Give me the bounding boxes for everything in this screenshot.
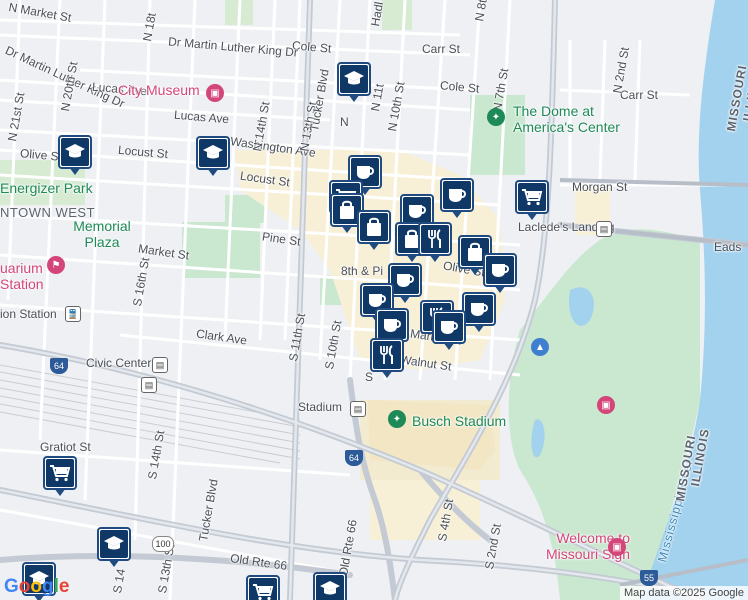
school-icon bbox=[199, 139, 227, 167]
school-icon bbox=[61, 138, 89, 166]
map-canvas[interactable]: N Market St Cole St Cole St Dr Martin Lu… bbox=[0, 0, 748, 600]
landmark-icon[interactable]: ▣ bbox=[597, 396, 615, 414]
place-label-dome[interactable]: The Dome at America's Center bbox=[513, 103, 628, 135]
place-label-civic-center[interactable]: Civic Center bbox=[86, 356, 151, 370]
place-label-stadium[interactable]: Stadium bbox=[298, 400, 342, 414]
poi-pin[interactable] bbox=[43, 456, 77, 496]
street-label: Carr St bbox=[620, 88, 659, 102]
poi-pin[interactable] bbox=[58, 135, 92, 175]
landmark-icon[interactable]: ▣ bbox=[608, 538, 626, 556]
interstate-shield: 64 bbox=[345, 450, 363, 466]
google-logo: Google bbox=[4, 576, 70, 597]
school-icon bbox=[316, 575, 344, 600]
cart-icon bbox=[46, 459, 74, 487]
coffee-icon bbox=[486, 256, 514, 284]
district-label: NTOWN WEST bbox=[0, 205, 96, 220]
cart-icon bbox=[518, 183, 546, 211]
bag-icon bbox=[360, 213, 388, 241]
place-label-energizer-park[interactable]: Energizer Park bbox=[0, 180, 93, 196]
train-icon[interactable]: ▤ bbox=[350, 401, 366, 417]
school-icon bbox=[100, 530, 128, 558]
cart-icon bbox=[249, 578, 277, 600]
stadium-icon[interactable]: ✦ bbox=[487, 108, 505, 126]
train-icon[interactable]: ▤ bbox=[152, 357, 168, 373]
coffee-icon bbox=[443, 181, 471, 209]
school-icon bbox=[340, 65, 368, 93]
interstate-shield: 64 bbox=[50, 358, 68, 374]
train-icon[interactable]: ▤ bbox=[596, 221, 612, 237]
monument-icon[interactable]: ▲ bbox=[531, 338, 549, 356]
poi-pin[interactable] bbox=[357, 210, 391, 250]
poi-pin[interactable] bbox=[462, 292, 496, 332]
street-label: N bbox=[340, 115, 349, 129]
poi-pin[interactable] bbox=[196, 136, 230, 176]
poi-pin[interactable] bbox=[246, 575, 280, 600]
train-icon[interactable]: ▤ bbox=[141, 377, 157, 393]
stadium-icon[interactable]: ✦ bbox=[388, 410, 406, 428]
poi-pin[interactable] bbox=[370, 338, 404, 378]
train-icon[interactable]: 🚆 bbox=[65, 306, 81, 322]
street-label: S bbox=[365, 370, 374, 384]
poi-pin[interactable] bbox=[97, 527, 131, 567]
place-label-city-museum[interactable]: City Museum bbox=[118, 82, 200, 98]
fork-knife-icon bbox=[421, 225, 449, 253]
museum-icon[interactable]: ▣ bbox=[206, 84, 224, 102]
interstate-shield: 55 bbox=[640, 570, 658, 586]
poi-pin[interactable] bbox=[515, 180, 549, 220]
place-label-busch-stadium[interactable]: Busch Stadium bbox=[412, 413, 506, 429]
poi-pin[interactable] bbox=[440, 178, 474, 218]
street-label: Gratiot St bbox=[40, 440, 91, 454]
place-label-memorial-plaza[interactable]: Memorial Plaza bbox=[72, 218, 132, 250]
poi-pin[interactable] bbox=[418, 222, 452, 262]
coffee-icon bbox=[465, 295, 493, 323]
poi-pin[interactable] bbox=[337, 62, 371, 102]
place-label-union-station[interactable]: ion Station bbox=[0, 307, 57, 321]
poi-pin[interactable] bbox=[483, 253, 517, 293]
poi-pin[interactable] bbox=[375, 308, 409, 348]
coffee-icon bbox=[391, 266, 419, 294]
map-attribution[interactable]: Map data ©2025 Google bbox=[619, 586, 748, 600]
coffee-icon bbox=[435, 313, 463, 341]
coffee-icon bbox=[403, 197, 431, 225]
poi-pin[interactable] bbox=[432, 310, 466, 350]
street-label: Eads bbox=[714, 240, 742, 254]
attraction-icon[interactable]: ⚑ bbox=[47, 256, 65, 274]
poi-pin[interactable] bbox=[313, 572, 347, 600]
coffee-icon bbox=[378, 311, 406, 339]
street-label: Morgan St bbox=[572, 180, 628, 194]
fork-knife-icon bbox=[373, 341, 401, 369]
street-label: Carr St bbox=[422, 42, 461, 56]
street-label: 8th & Pi bbox=[341, 264, 384, 278]
route-shield: 100 bbox=[152, 536, 174, 552]
